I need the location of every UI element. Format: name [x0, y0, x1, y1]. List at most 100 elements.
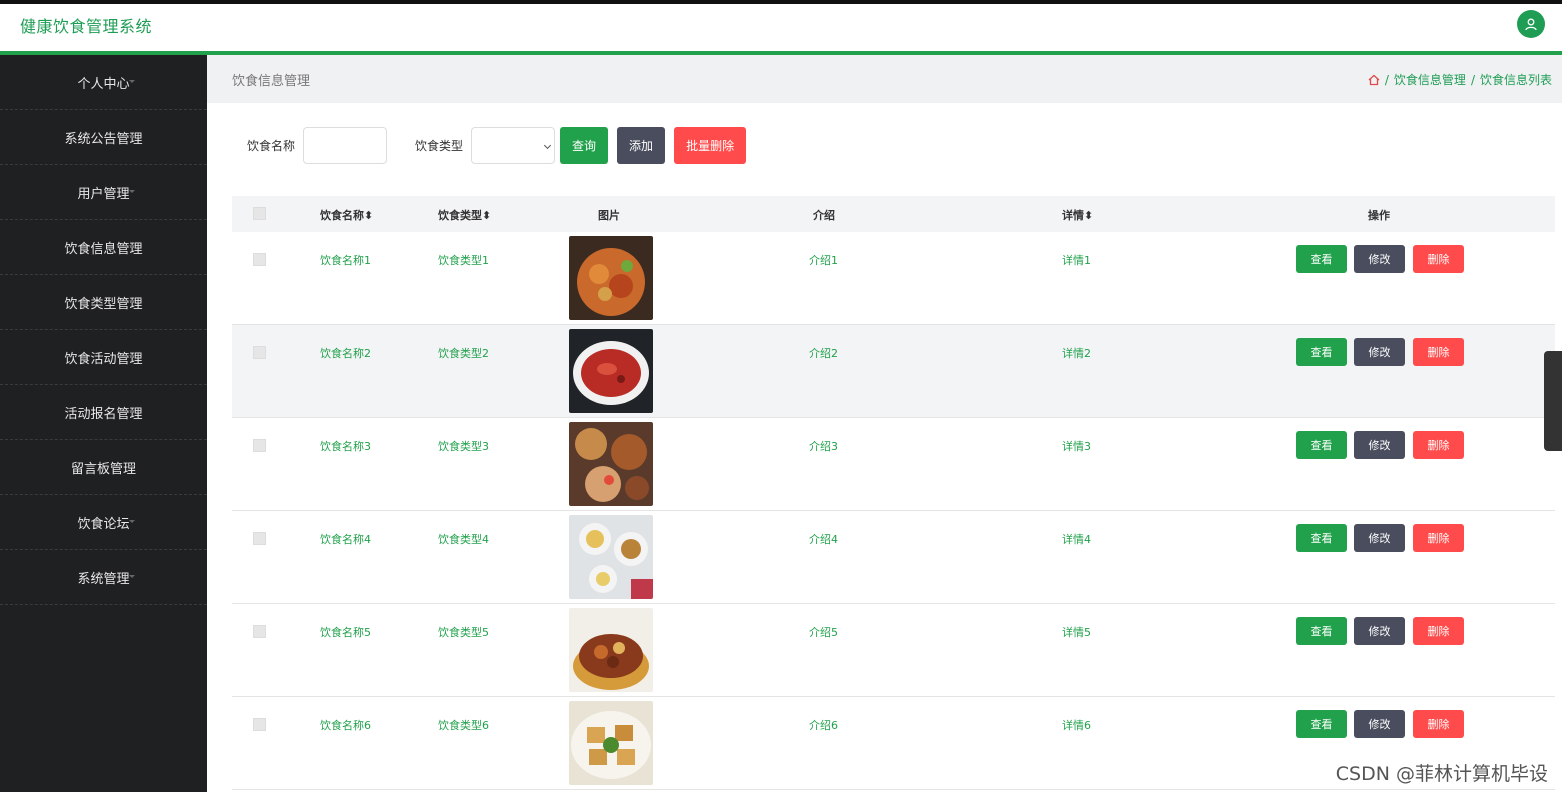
sidebar-item-users[interactable]: 用户管理	[0, 165, 207, 220]
breadcrumb: / 饮食信息管理 / 饮食信息列表	[1368, 71, 1552, 88]
intro-cell: 介绍3	[809, 440, 838, 453]
select-all-checkbox[interactable]	[253, 207, 266, 220]
diet-name-cell: 饮食名称4	[320, 533, 371, 546]
delete-button[interactable]: 删除	[1413, 431, 1464, 459]
user-avatar-button[interactable]	[1517, 10, 1545, 38]
table-row: 饮食名称1 饮食类型1 介绍1 详情1 查看 修改 删除	[232, 232, 1555, 325]
edit-button[interactable]: 修改	[1354, 431, 1405, 459]
view-button[interactable]: 查看	[1296, 617, 1347, 645]
column-header-label: 饮食类型	[438, 209, 482, 222]
delete-button[interactable]: 删除	[1413, 245, 1464, 273]
sidebar-item-system[interactable]: 系统管理	[0, 550, 207, 605]
diet-name-cell: 饮食名称5	[320, 626, 371, 639]
food-image[interactable]	[569, 608, 653, 692]
intro-cell: 介绍5	[809, 626, 838, 639]
diet-name-cell: 饮食名称2	[320, 347, 371, 360]
sidebar-item-message-board[interactable]: 留言板管理	[0, 440, 207, 495]
edit-button[interactable]: 修改	[1354, 710, 1405, 738]
sidebar-item-label: 用户管理	[77, 186, 130, 202]
view-button[interactable]: 查看	[1296, 338, 1347, 366]
top-navbar: 健康饮食管理系统	[0, 0, 1562, 55]
column-header-name[interactable]: 饮食名称⬍	[320, 207, 373, 223]
food-image[interactable]	[569, 236, 653, 320]
sort-icon: ⬍	[1084, 209, 1094, 222]
view-button[interactable]: 查看	[1296, 710, 1347, 738]
intro-cell: 介绍2	[809, 347, 838, 360]
row-checkbox[interactable]	[253, 625, 266, 638]
sidebar-item-label: 系统管理	[77, 571, 130, 587]
edit-button[interactable]: 修改	[1354, 617, 1405, 645]
name-filter-input[interactable]	[303, 127, 388, 164]
caret-icon	[129, 190, 135, 193]
sidebar-item-activity-signup[interactable]: 活动报名管理	[0, 385, 207, 440]
caret-icon	[129, 355, 135, 358]
food-image[interactable]	[569, 515, 653, 599]
sidebar-item-forum[interactable]: 饮食论坛	[0, 495, 207, 550]
sidebar-item-label: 留言板管理	[70, 461, 136, 477]
row-checkbox[interactable]	[253, 253, 266, 266]
column-header-label: 详情	[1062, 209, 1084, 222]
food-photo	[569, 608, 653, 692]
intro-cell: 介绍1	[809, 254, 838, 267]
batch-delete-button[interactable]: 批量删除	[674, 127, 747, 164]
row-checkbox[interactable]	[253, 346, 266, 359]
sidebar-item-personal-center[interactable]: 个人中心	[0, 55, 207, 110]
type-filter-label: 饮食类型	[415, 139, 464, 153]
app-title: 健康饮食管理系统	[20, 17, 153, 36]
table-row: 饮食名称4 饮食类型4 介绍4 详情4 查看 修改 删除	[232, 511, 1555, 604]
row-checkbox[interactable]	[253, 532, 266, 545]
sort-icon: ⬍	[482, 209, 492, 222]
edit-button[interactable]: 修改	[1354, 245, 1405, 273]
row-checkbox[interactable]	[253, 439, 266, 452]
table-row: 饮食名称3 饮食类型3 介绍3 详情3 查看 修改 删除	[232, 418, 1555, 511]
food-photo	[569, 422, 653, 506]
delete-button[interactable]: 删除	[1413, 710, 1464, 738]
diet-type-cell: 饮食类型2	[438, 347, 489, 360]
sidebar-item-diet-activities[interactable]: 饮食活动管理	[0, 330, 207, 385]
main-content: 饮食信息管理 / 饮食信息管理 / 饮食信息列表 饮食名称 饮食类型 查询 添加…	[207, 55, 1562, 792]
delete-button[interactable]: 删除	[1413, 617, 1464, 645]
scrollbar-handle[interactable]	[1544, 351, 1562, 451]
caret-icon	[129, 300, 135, 303]
sidebar-item-diet-types[interactable]: 饮食类型管理	[0, 275, 207, 330]
sidebar-item-announcements[interactable]: 系统公告管理	[0, 110, 207, 165]
column-header-type[interactable]: 饮食类型⬍	[438, 207, 491, 223]
table-header: 饮食名称⬍ 饮食类型⬍ 图片 介绍 详情⬍ 操作	[232, 196, 1555, 232]
delete-button[interactable]: 删除	[1413, 524, 1464, 552]
caret-icon	[129, 135, 135, 138]
search-bar: 饮食名称 饮食类型 查询 添加 批量删除	[247, 127, 755, 164]
user-icon	[1525, 18, 1537, 31]
view-button[interactable]: 查看	[1296, 431, 1347, 459]
sort-icon: ⬍	[364, 209, 374, 222]
breadcrumb-item[interactable]: 饮食信息管理	[1394, 71, 1466, 88]
row-checkbox[interactable]	[253, 718, 266, 731]
home-icon[interactable]	[1368, 74, 1380, 86]
delete-button[interactable]: 删除	[1413, 338, 1464, 366]
view-button[interactable]: 查看	[1296, 524, 1347, 552]
edit-button[interactable]: 修改	[1354, 338, 1405, 366]
table-row: 饮食名称5 饮食类型5 介绍5 详情5 查看 修改 删除	[232, 604, 1555, 697]
diet-name-cell: 饮食名称3	[320, 440, 371, 453]
column-header-label: 饮食名称	[320, 209, 364, 222]
intro-cell: 介绍6	[809, 719, 838, 732]
food-image[interactable]	[569, 329, 653, 413]
caret-icon	[129, 245, 135, 248]
add-button[interactable]: 添加	[617, 127, 666, 164]
food-photo	[569, 515, 653, 599]
name-filter-label: 饮食名称	[247, 139, 296, 153]
diet-table: 饮食名称⬍ 饮食类型⬍ 图片 介绍 详情⬍ 操作 饮食名称1 饮食类型1 介绍1…	[232, 196, 1555, 790]
detail-cell: 详情3	[1062, 440, 1091, 453]
breadcrumb-separator: /	[1384, 72, 1389, 87]
edit-button[interactable]: 修改	[1354, 524, 1405, 552]
food-image[interactable]	[569, 701, 653, 785]
view-button[interactable]: 查看	[1296, 245, 1347, 273]
page-title: 饮食信息管理	[232, 74, 311, 89]
intro-cell: 介绍4	[809, 533, 838, 546]
table-row: 饮食名称2 饮食类型2 介绍2 详情2 查看 修改 删除	[232, 325, 1555, 418]
breadcrumb-item[interactable]: 饮食信息列表	[1480, 71, 1552, 88]
food-image[interactable]	[569, 422, 653, 506]
type-filter-select[interactable]	[471, 127, 556, 164]
column-header-detail[interactable]: 详情⬍	[1062, 207, 1093, 223]
query-button[interactable]: 查询	[560, 127, 609, 164]
sidebar-item-diet-info[interactable]: 饮食信息管理	[0, 220, 207, 275]
